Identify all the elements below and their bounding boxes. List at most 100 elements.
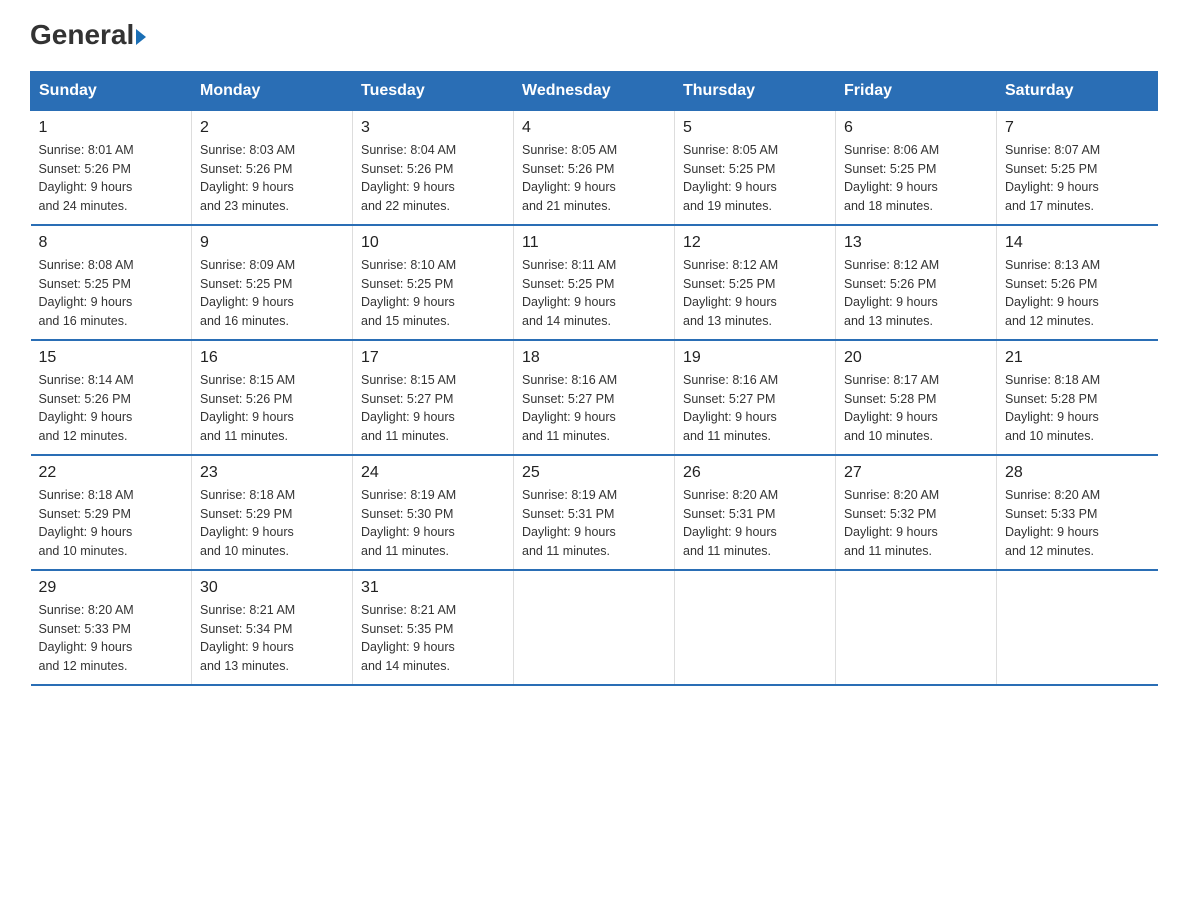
calendar-week-row: 22 Sunrise: 8:18 AMSunset: 5:29 PMDayligh… [31, 455, 1158, 570]
calendar-cell: 15 Sunrise: 8:14 AMSunset: 5:26 PMDayligh… [31, 340, 192, 455]
day-number: 18 [522, 349, 666, 367]
calendar-cell: 12 Sunrise: 8:12 AMSunset: 5:25 PMDayligh… [675, 225, 836, 340]
col-thursday: Thursday [675, 71, 836, 110]
col-sunday: Sunday [31, 71, 192, 110]
calendar-cell: 20 Sunrise: 8:17 AMSunset: 5:28 PMDayligh… [836, 340, 997, 455]
calendar-cell: 26Sunrise: 8:20 AMSunset: 5:31 PMDayligh… [675, 455, 836, 570]
calendar-cell: 14 Sunrise: 8:13 AMSunset: 5:26 PMDayligh… [997, 225, 1158, 340]
day-info: Sunrise: 8:07 AMSunset: 5:25 PMDaylight:… [1005, 141, 1150, 216]
day-info: Sunrise: 8:15 AMSunset: 5:26 PMDaylight:… [200, 371, 344, 446]
day-info: Sunrise: 8:03 AMSunset: 5:26 PMDaylight:… [200, 141, 344, 216]
calendar-cell: 17 Sunrise: 8:15 AMSunset: 5:27 PMDayligh… [353, 340, 514, 455]
day-info: Sunrise: 8:14 AMSunset: 5:26 PMDaylight:… [39, 371, 184, 446]
calendar-cell: 19 Sunrise: 8:16 AMSunset: 5:27 PMDayligh… [675, 340, 836, 455]
day-number: 7 [1005, 119, 1150, 137]
col-tuesday: Tuesday [353, 71, 514, 110]
day-number: 31 [361, 579, 505, 597]
day-number: 19 [683, 349, 827, 367]
day-number: 30 [200, 579, 344, 597]
day-number: 28 [1005, 464, 1150, 482]
calendar-cell: 21 Sunrise: 8:18 AMSunset: 5:28 PMDayligh… [997, 340, 1158, 455]
day-info: Sunrise: 8:20 AMSunset: 5:33 PMDaylight:… [1005, 486, 1150, 561]
day-number: 27 [844, 464, 988, 482]
day-info: Sunrise: 8:06 AMSunset: 5:25 PMDaylight:… [844, 141, 988, 216]
day-number: 21 [1005, 349, 1150, 367]
day-number: 24 [361, 464, 505, 482]
day-number: 9 [200, 234, 344, 252]
calendar-cell: 7 Sunrise: 8:07 AMSunset: 5:25 PMDaylight… [997, 110, 1158, 225]
day-number: 6 [844, 119, 988, 137]
calendar-cell: 11 Sunrise: 8:11 AMSunset: 5:25 PMDayligh… [514, 225, 675, 340]
calendar-week-row: 8Sunrise: 8:08 AMSunset: 5:25 PMDaylight… [31, 225, 1158, 340]
day-info: Sunrise: 8:13 AMSunset: 5:26 PMDaylight:… [1005, 256, 1150, 331]
day-info: Sunrise: 8:05 AMSunset: 5:26 PMDaylight:… [522, 141, 666, 216]
day-number: 2 [200, 119, 344, 137]
day-number: 16 [200, 349, 344, 367]
calendar-cell: 22 Sunrise: 8:18 AMSunset: 5:29 PMDayligh… [31, 455, 192, 570]
day-info: Sunrise: 8:09 AMSunset: 5:25 PMDaylight:… [200, 256, 344, 331]
calendar-cell: 2 Sunrise: 8:03 AMSunset: 5:26 PMDaylight… [192, 110, 353, 225]
calendar-cell: 9 Sunrise: 8:09 AMSunset: 5:25 PMDaylight… [192, 225, 353, 340]
calendar-cell: 27 Sunrise: 8:20 AMSunset: 5:32 PMDayligh… [836, 455, 997, 570]
day-info: Sunrise: 8:10 AMSunset: 5:25 PMDaylight:… [361, 256, 505, 331]
day-info: Sunrise: 8:12 AMSunset: 5:26 PMDaylight:… [844, 256, 988, 331]
calendar-cell: 24 Sunrise: 8:19 AMSunset: 5:30 PMDayligh… [353, 455, 514, 570]
calendar-cell: 18 Sunrise: 8:16 AMSunset: 5:27 PMDayligh… [514, 340, 675, 455]
calendar-cell: 23 Sunrise: 8:18 AMSunset: 5:29 PMDayligh… [192, 455, 353, 570]
day-info: Sunrise: 8:04 AMSunset: 5:26 PMDaylight:… [361, 141, 505, 216]
day-info: Sunrise: 8:05 AMSunset: 5:25 PMDaylight:… [683, 141, 827, 216]
calendar-cell: 28 Sunrise: 8:20 AMSunset: 5:33 PMDayligh… [997, 455, 1158, 570]
day-info: Sunrise: 8:18 AMSunset: 5:29 PMDaylight:… [39, 486, 184, 561]
day-number: 14 [1005, 234, 1150, 252]
calendar-week-row: 1Sunrise: 8:01 AMSunset: 5:26 PMDaylight… [31, 110, 1158, 225]
calendar-cell: 13 Sunrise: 8:12 AMSunset: 5:26 PMDayligh… [836, 225, 997, 340]
day-number: 23 [200, 464, 344, 482]
day-info: Sunrise: 8:21 AMSunset: 5:34 PMDaylight:… [200, 601, 344, 676]
day-number: 11 [522, 234, 666, 252]
col-wednesday: Wednesday [514, 71, 675, 110]
day-info: Sunrise: 8:19 AMSunset: 5:31 PMDaylight:… [522, 486, 666, 561]
day-info: Sunrise: 8:01 AMSunset: 5:26 PMDaylight:… [39, 141, 184, 216]
calendar-cell: 3 Sunrise: 8:04 AMSunset: 5:26 PMDaylight… [353, 110, 514, 225]
day-info: Sunrise: 8:15 AMSunset: 5:27 PMDaylight:… [361, 371, 505, 446]
day-number: 13 [844, 234, 988, 252]
day-number: 3 [361, 119, 505, 137]
day-number: 26 [683, 464, 827, 482]
calendar-week-row: 15 Sunrise: 8:14 AMSunset: 5:26 PMDayligh… [31, 340, 1158, 455]
day-info: Sunrise: 8:17 AMSunset: 5:28 PMDaylight:… [844, 371, 988, 446]
day-number: 25 [522, 464, 666, 482]
calendar-table: Sunday Monday Tuesday Wednesday Thursday… [30, 71, 1158, 686]
day-info: Sunrise: 8:12 AMSunset: 5:25 PMDaylight:… [683, 256, 827, 331]
day-number: 5 [683, 119, 827, 137]
calendar-cell: 6 Sunrise: 8:06 AMSunset: 5:25 PMDaylight… [836, 110, 997, 225]
calendar-cell: 31 Sunrise: 8:21 AMSunset: 5:35 PMDayligh… [353, 570, 514, 685]
day-info: Sunrise: 8:19 AMSunset: 5:30 PMDaylight:… [361, 486, 505, 561]
day-number: 17 [361, 349, 505, 367]
calendar-cell: 29Sunrise: 8:20 AMSunset: 5:33 PMDayligh… [31, 570, 192, 685]
calendar-cell: 30 Sunrise: 8:21 AMSunset: 5:34 PMDayligh… [192, 570, 353, 685]
day-info: Sunrise: 8:16 AMSunset: 5:27 PMDaylight:… [522, 371, 666, 446]
day-number: 12 [683, 234, 827, 252]
calendar-week-row: 29Sunrise: 8:20 AMSunset: 5:33 PMDayligh… [31, 570, 1158, 685]
calendar-cell: 4Sunrise: 8:05 AMSunset: 5:26 PMDaylight… [514, 110, 675, 225]
calendar-cell [836, 570, 997, 685]
day-number: 15 [39, 349, 184, 367]
calendar-cell [514, 570, 675, 685]
day-number: 10 [361, 234, 505, 252]
day-number: 20 [844, 349, 988, 367]
day-number: 22 [39, 464, 184, 482]
day-info: Sunrise: 8:11 AMSunset: 5:25 PMDaylight:… [522, 256, 666, 331]
day-info: Sunrise: 8:18 AMSunset: 5:28 PMDaylight:… [1005, 371, 1150, 446]
col-friday: Friday [836, 71, 997, 110]
day-info: Sunrise: 8:16 AMSunset: 5:27 PMDaylight:… [683, 371, 827, 446]
day-info: Sunrise: 8:18 AMSunset: 5:29 PMDaylight:… [200, 486, 344, 561]
day-info: Sunrise: 8:21 AMSunset: 5:35 PMDaylight:… [361, 601, 505, 676]
col-monday: Monday [192, 71, 353, 110]
calendar-cell: 25 Sunrise: 8:19 AMSunset: 5:31 PMDayligh… [514, 455, 675, 570]
day-number: 29 [39, 579, 184, 597]
calendar-cell: 16 Sunrise: 8:15 AMSunset: 5:26 PMDayligh… [192, 340, 353, 455]
logo: General [30, 20, 146, 51]
day-info: Sunrise: 8:20 AMSunset: 5:32 PMDaylight:… [844, 486, 988, 561]
page-header: General [30, 20, 1158, 51]
day-info: Sunrise: 8:08 AMSunset: 5:25 PMDaylight:… [39, 256, 184, 331]
